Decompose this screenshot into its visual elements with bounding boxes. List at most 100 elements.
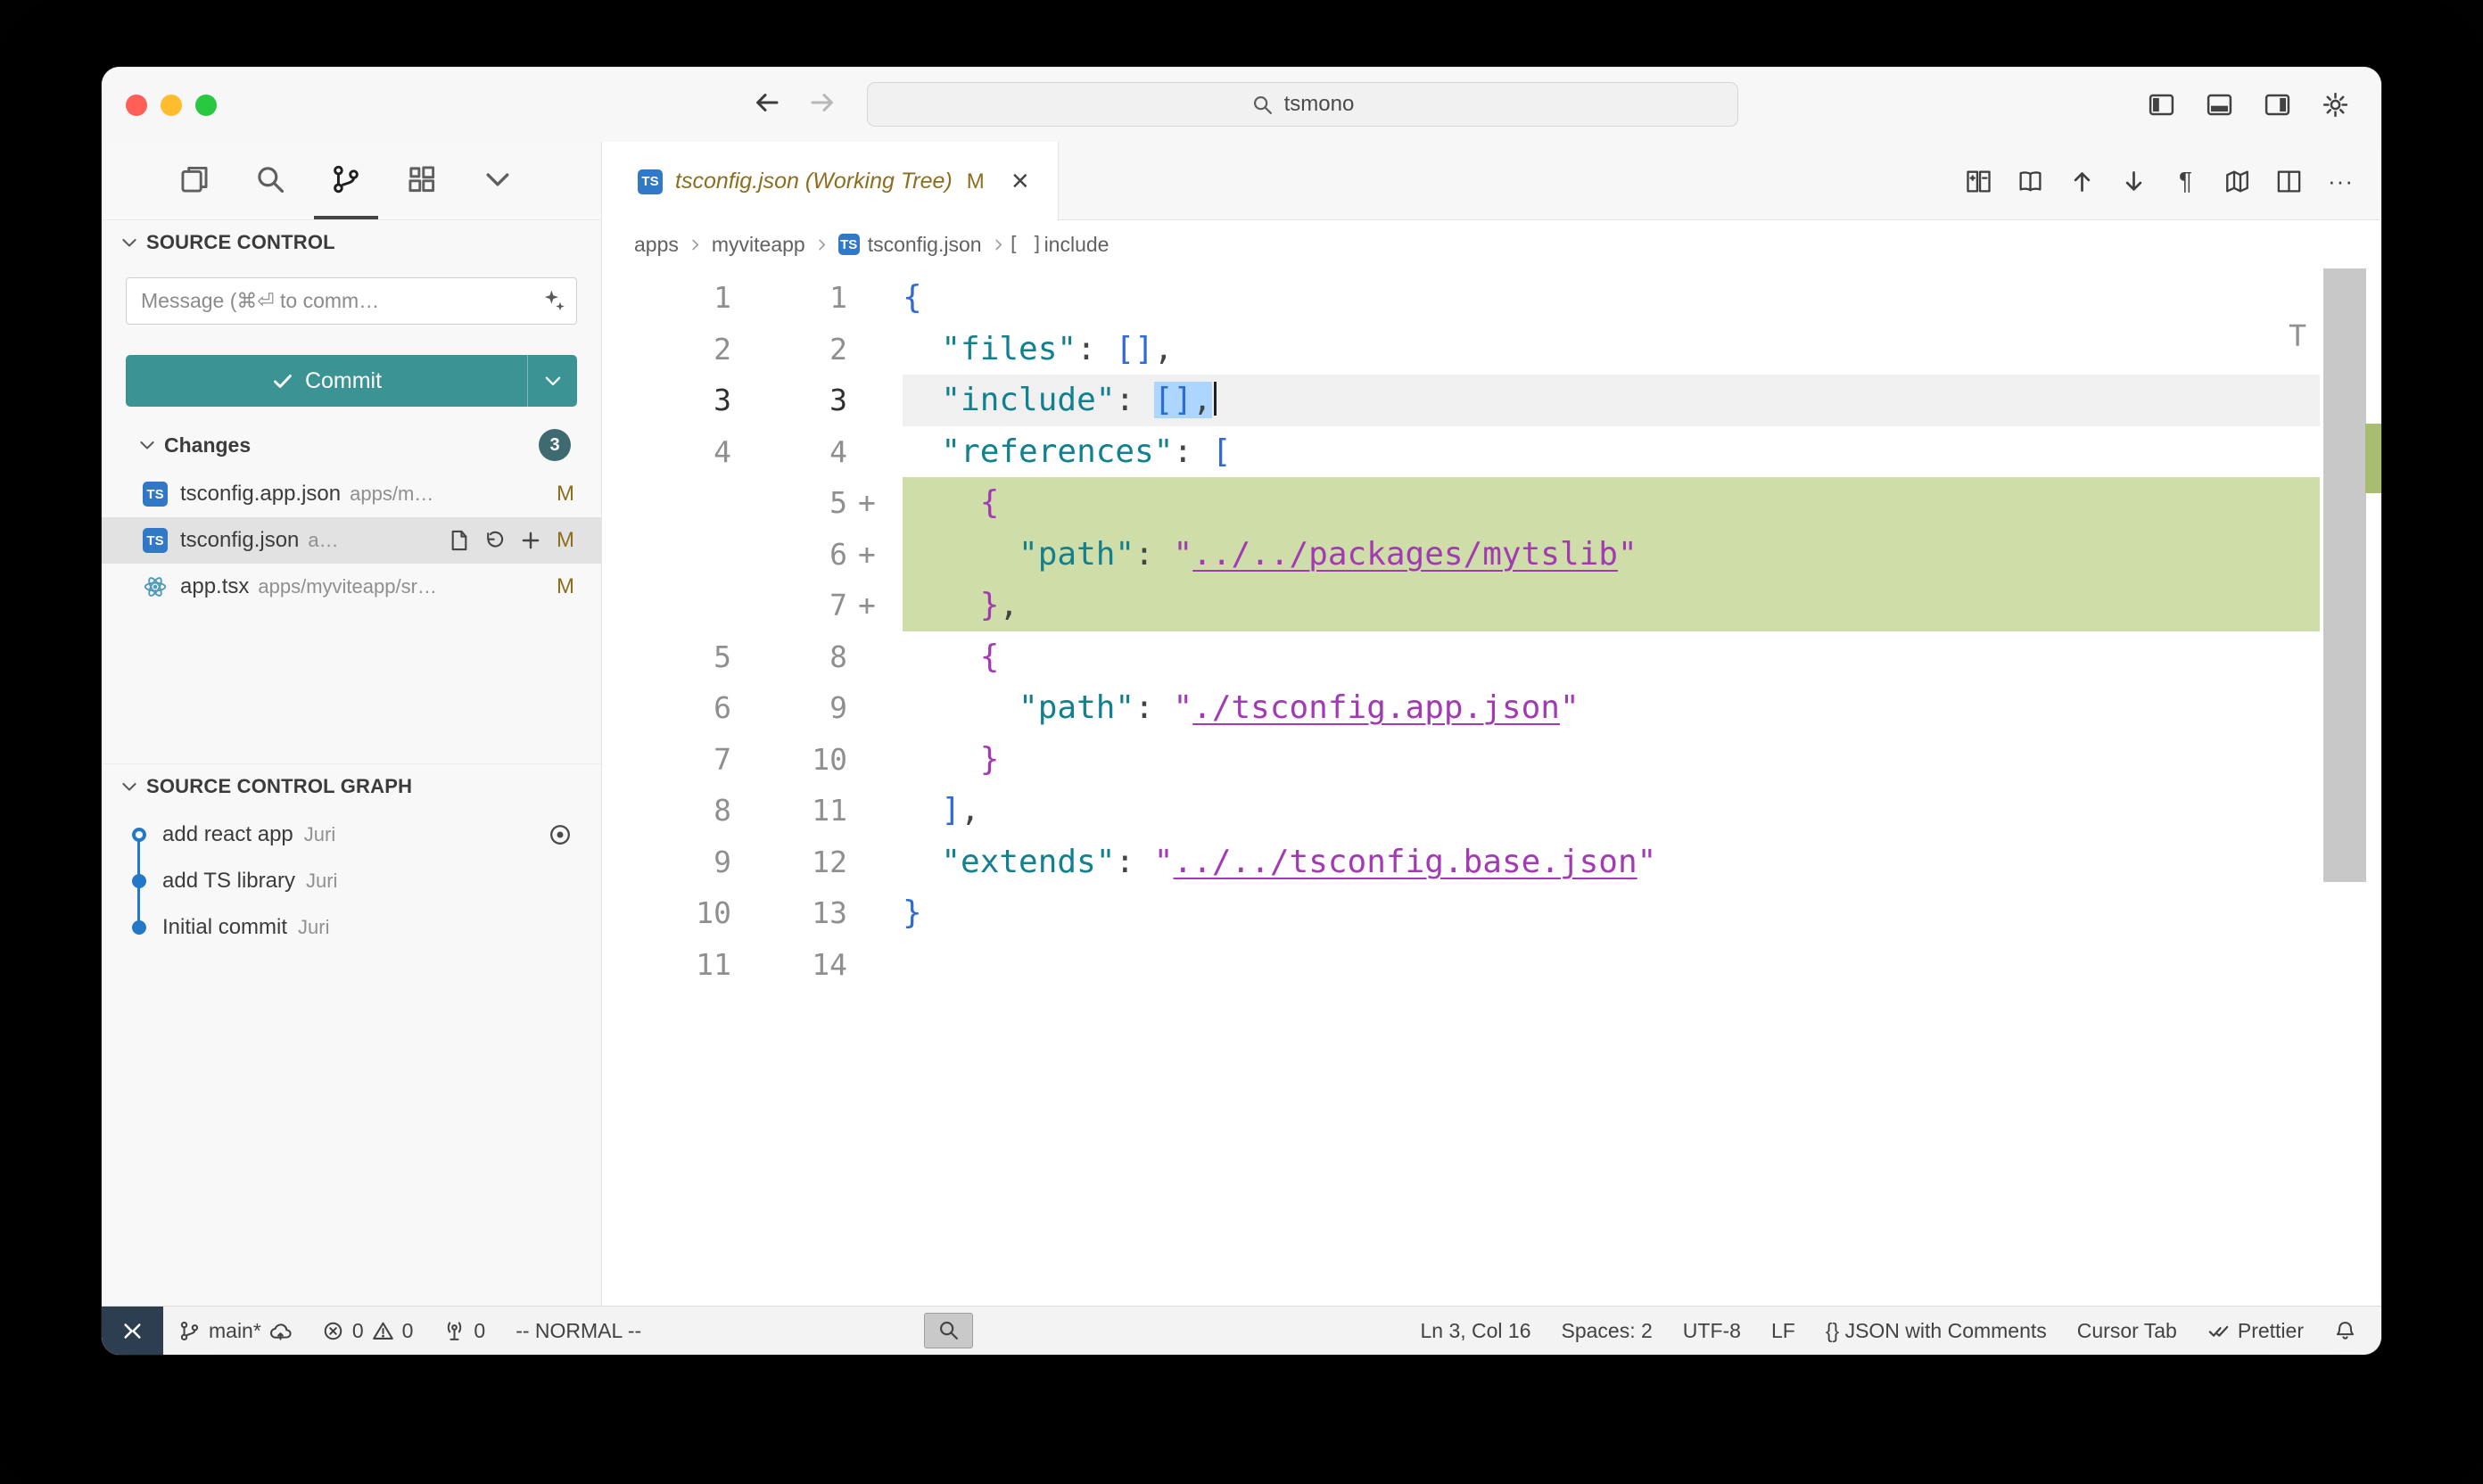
diff-added-marker xyxy=(847,631,903,683)
status-indentation[interactable]: Spaces: 2 xyxy=(1547,1307,1668,1355)
code-text xyxy=(903,939,2381,991)
commit-message-input[interactable] xyxy=(126,277,577,325)
discard-icon xyxy=(483,529,507,552)
tab-close-button[interactable]: × xyxy=(1006,168,1035,196)
command-center-search[interactable]: tsmono xyxy=(867,82,1738,127)
status-remote-indicator[interactable] xyxy=(102,1307,163,1355)
breadcrumb-item[interactable]: myviteapp xyxy=(712,233,805,257)
status-bar: main*000-- NORMAL -- Ln 3, Col 16Spaces:… xyxy=(102,1306,2381,1355)
code-editor[interactable]: 11{22 "files": [],33 "include": [],44 "r… xyxy=(602,268,2381,1306)
changes-section-header[interactable]: Changes 3 xyxy=(102,425,601,466)
scrollbar-thumb[interactable] xyxy=(2323,268,2366,882)
status-ports[interactable]: 0 xyxy=(428,1307,500,1355)
previous-change-button[interactable] xyxy=(2068,168,2096,195)
scm-file-row[interactable]: TStsconfig.jsona…M xyxy=(102,517,601,564)
split-editor-button[interactable] xyxy=(2275,168,2303,195)
code-token: ../../packages/mytslib xyxy=(1192,536,1618,573)
breadcrumb-item[interactable]: apps xyxy=(634,233,679,257)
ts-file-icon: TS xyxy=(143,528,168,553)
scm-file-row[interactable]: app.tsxapps/myviteapp/sr…M xyxy=(102,564,601,610)
cloud-upload-icon xyxy=(269,1320,292,1342)
activity-source-control[interactable] xyxy=(314,142,378,219)
code-line: 1114 xyxy=(602,939,2381,991)
code-line: 22 "files": [], xyxy=(602,324,2381,375)
code-line: 11{ xyxy=(602,272,2381,324)
toggle-secondary-sidebar-button[interactable] xyxy=(2264,91,2291,119)
toggle-panel-button[interactable] xyxy=(2206,91,2233,119)
code-token xyxy=(903,382,941,418)
tab-tsconfig-json-working-tree[interactable]: TS tsconfig.json (Working Tree) M × xyxy=(602,142,1059,221)
code-token xyxy=(903,331,941,367)
commit-dropdown-button[interactable] xyxy=(527,355,577,407)
file-path: apps/myviteapp/sr… xyxy=(258,575,542,598)
book-icon xyxy=(2017,168,2044,195)
sidebar: SOURCE CONTROL Commit Changes 3 xyxy=(102,142,602,1306)
open-preview-button[interactable] xyxy=(2017,168,2044,195)
activity-additional-views[interactable] xyxy=(466,142,530,219)
open-file-button[interactable] xyxy=(448,529,471,552)
code-token xyxy=(903,536,1019,573)
status-notifications[interactable] xyxy=(2319,1307,2381,1355)
more-actions-button[interactable]: ··· xyxy=(2327,168,2355,195)
commit-row[interactable]: Initial commitJuri xyxy=(102,904,601,951)
window-close-button[interactable] xyxy=(126,95,147,116)
diff-added-marker xyxy=(847,939,903,991)
status-end-of-line[interactable]: LF xyxy=(1756,1307,1811,1355)
checkout-button[interactable] xyxy=(548,822,573,847)
commit-button[interactable]: Commit xyxy=(126,355,527,407)
editor-scrollbar[interactable] xyxy=(2320,268,2381,1306)
code-token xyxy=(903,433,941,470)
commit-row[interactable]: add react appJuri xyxy=(102,812,601,858)
stage-changes-button[interactable] xyxy=(519,529,542,552)
source-control-section-header[interactable]: SOURCE CONTROL xyxy=(102,220,601,265)
toggle-map-button[interactable] xyxy=(2223,168,2251,195)
breadcrumb-item[interactable]: TStsconfig.json xyxy=(838,233,982,257)
commit-dot xyxy=(132,874,146,888)
code-line: 5+ { xyxy=(602,477,2381,529)
render-whitespace-button[interactable]: ¶ xyxy=(2172,168,2199,195)
history-forward-button[interactable] xyxy=(808,88,837,121)
code-text: "include": [], xyxy=(903,375,2381,426)
ts-file-icon: TS xyxy=(838,234,860,255)
sparkle-icon[interactable] xyxy=(541,288,566,313)
status-problems[interactable]: 00 xyxy=(307,1307,429,1355)
status-branch[interactable]: main* xyxy=(163,1307,307,1355)
scm-file-row[interactable]: TStsconfig.app.jsonapps/m…M xyxy=(102,471,601,517)
history-back-button[interactable] xyxy=(753,88,781,121)
graph-section-header[interactable]: SOURCE CONTROL GRAPH xyxy=(102,763,601,808)
activity-search[interactable] xyxy=(238,142,302,219)
code-token xyxy=(903,689,1019,726)
code-token: : xyxy=(1115,844,1153,880)
new-line-number: 4 xyxy=(731,426,847,478)
status-cursor-tab[interactable]: Cursor Tab xyxy=(2062,1307,2192,1355)
code-text: "references": [ xyxy=(903,426,2381,478)
status-vim-mode[interactable]: -- NORMAL -- xyxy=(500,1307,656,1355)
commit-row[interactable]: add TS libraryJuri xyxy=(102,858,601,904)
new-line-number: 13 xyxy=(731,887,847,939)
diff-added-marker xyxy=(847,682,903,734)
open-changes-button[interactable] xyxy=(1965,168,1992,195)
symbol-array-icon: [ ] xyxy=(1015,234,1036,255)
window-maximize-button[interactable] xyxy=(195,95,217,116)
check-icon xyxy=(271,369,294,392)
code-token: " xyxy=(1173,689,1192,726)
next-change-button[interactable] xyxy=(2120,168,2148,195)
status-formatter[interactable]: Prettier xyxy=(2192,1307,2319,1355)
status-language-mode[interactable]: {} JSON with Comments xyxy=(1811,1307,2062,1355)
code-line: 6+ "path": "../../packages/mytslib" xyxy=(602,529,2381,581)
editor-group: TS tsconfig.json (Working Tree) M × ¶ ···… xyxy=(602,142,2381,1306)
code-token: ../../tsconfig.base.json xyxy=(1173,844,1637,880)
commit-message: add TS library xyxy=(162,869,295,894)
discard-changes-button[interactable] xyxy=(483,529,507,552)
status-encoding[interactable]: UTF-8 xyxy=(1668,1307,1756,1355)
activity-explorer[interactable] xyxy=(162,142,227,219)
toggle-primary-sidebar-button[interactable] xyxy=(2148,91,2175,119)
status-cursor-position[interactable]: Ln 3, Col 16 xyxy=(1405,1307,1546,1355)
window-minimize-button[interactable] xyxy=(161,95,182,116)
manage-settings-button[interactable] xyxy=(2322,91,2349,119)
breadcrumb-item[interactable]: [ ]include xyxy=(1015,233,1110,257)
code-text: }, xyxy=(903,580,2381,631)
activity-extensions[interactable] xyxy=(390,142,454,219)
status-text: 0 xyxy=(402,1319,414,1343)
status-zoom[interactable] xyxy=(924,1313,973,1348)
